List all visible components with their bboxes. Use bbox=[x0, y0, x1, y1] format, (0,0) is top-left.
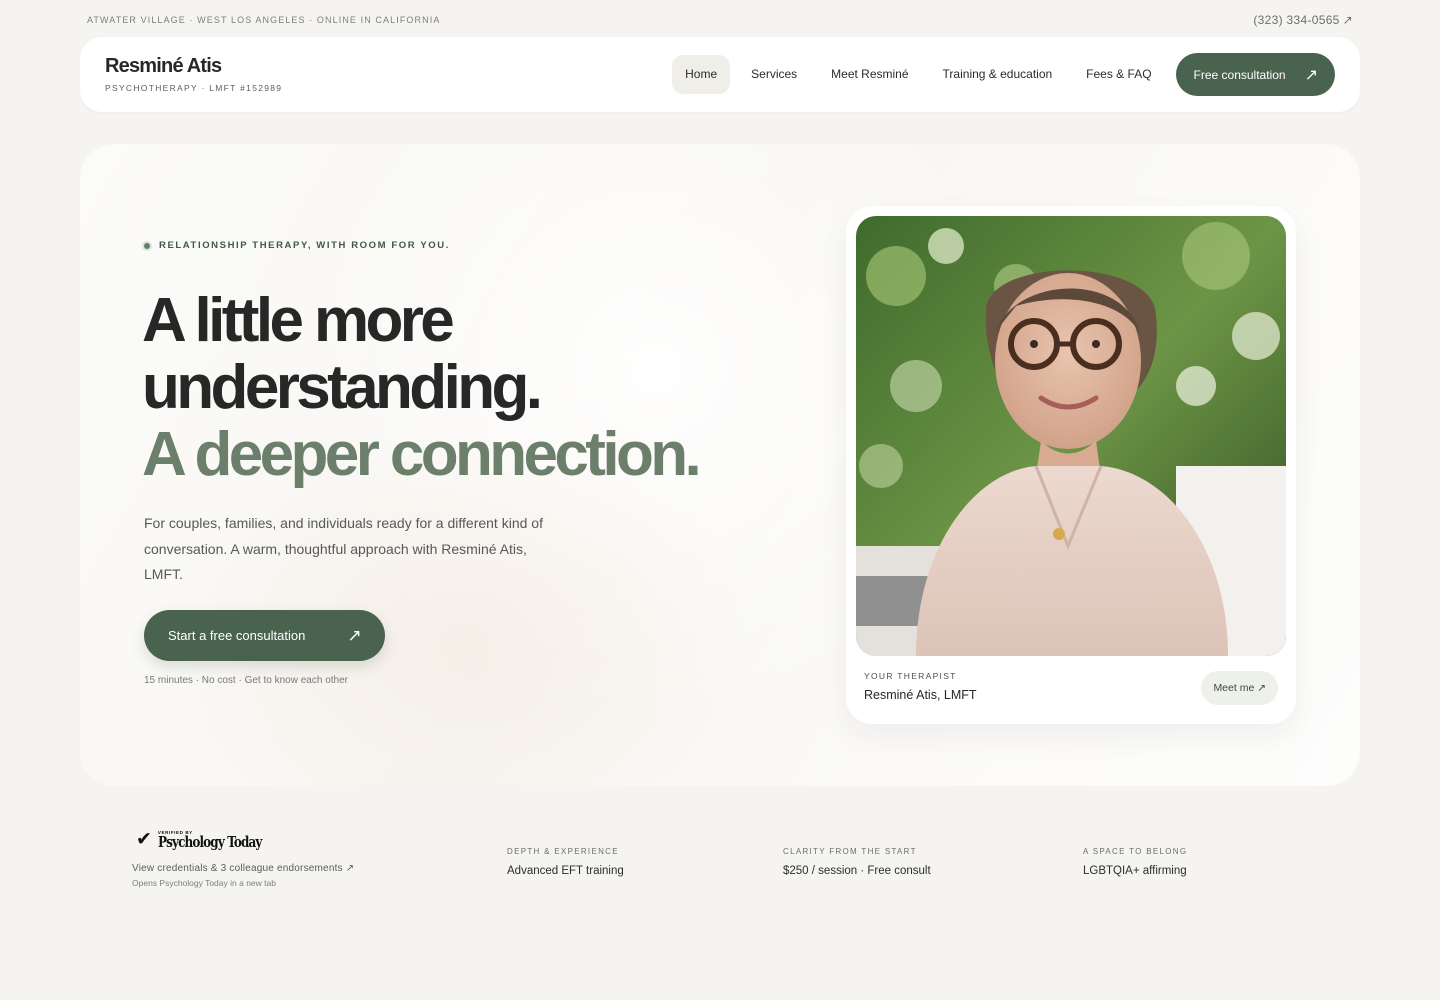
badge-label: CLARITY FROM THE START bbox=[783, 847, 917, 856]
psychology-today-wordmark: Psychology Today bbox=[157, 833, 262, 851]
check-icon: ✔ bbox=[136, 829, 152, 850]
site-header: Resminé Atis PSYCHOTHERAPY · LMFT #15298… bbox=[80, 37, 1360, 112]
phone-link[interactable]: (323) 334-0565 ↗ bbox=[1253, 13, 1353, 27]
headline-line-1: A little more bbox=[142, 286, 455, 355]
badge-label: A SPACE TO BELONG bbox=[1083, 847, 1188, 856]
hero-section: RELATIONSHIP THERAPY, WITH ROOM FOR YOU.… bbox=[80, 144, 1360, 786]
headline-line-3: A deeper connection. bbox=[142, 420, 702, 489]
top-bar: ATWATER VILLAGE · WEST LOS ANGELES · ONL… bbox=[87, 13, 1353, 27]
nav-services[interactable]: Services bbox=[738, 55, 810, 94]
main-nav: Home Services Meet Resminé Training & ed… bbox=[672, 53, 1335, 96]
status-dot-icon bbox=[144, 242, 150, 249]
hero-eyebrow: RELATIONSHIP THERAPY, WITH ROOM FOR YOU. bbox=[144, 240, 450, 251]
hero-description: For couples, families, and individuals r… bbox=[144, 515, 543, 582]
hero-headline: A little more understanding. A deeper co… bbox=[142, 286, 702, 489]
free-consultation-button[interactable]: Free consultation ↗ bbox=[1175, 53, 1335, 96]
badge-experience: DEPTH & EXPERIENCE Advanced EFT training bbox=[507, 847, 624, 877]
brand[interactable]: Resminé Atis PSYCHOTHERAPY · LMFT #15298… bbox=[105, 55, 282, 93]
nav-home[interactable]: Home bbox=[672, 55, 731, 94]
headline-line-2: understanding. bbox=[142, 353, 543, 422]
eyebrow-text: RELATIONSHIP THERAPY, WITH ROOM FOR YOU. bbox=[159, 240, 450, 251]
therapist-photo bbox=[856, 216, 1286, 656]
nav-training[interactable]: Training & education bbox=[930, 55, 1066, 94]
therapist-card: YOUR THERAPIST Resminé Atis, LMFT Meet m… bbox=[846, 206, 1296, 724]
psychology-today-badge: ✔ VERIFIED BY Psychology Today View cred… bbox=[132, 830, 354, 889]
external-link-icon: ↗ bbox=[1342, 13, 1353, 27]
location-text: ATWATER VILLAGE · WEST LOS ANGELES · ONL… bbox=[87, 15, 441, 25]
badge-pricing: CLARITY FROM THE START $250 / session · … bbox=[783, 847, 931, 877]
badge-value: Advanced EFT training bbox=[507, 865, 624, 877]
badge-value: $250 / session · Free consult bbox=[783, 865, 931, 877]
badge-label: DEPTH & EXPERIENCE bbox=[507, 847, 619, 856]
phone-number: (323) 334-0565 bbox=[1253, 13, 1340, 27]
consultation-meta: 15 minutes · No cost · Get to know each … bbox=[144, 675, 348, 686]
arrow-up-right-icon: ↗ bbox=[1304, 66, 1318, 84]
badge-value: LGBTQIA+ affirming bbox=[1083, 865, 1187, 877]
brand-name: Resminé Atis bbox=[105, 55, 222, 77]
view-credentials-link[interactable]: View credentials & 3 colleague endorseme… bbox=[132, 863, 354, 874]
new-tab-note: Opens Psychology Today in a new tab bbox=[132, 878, 276, 888]
meet-me-button[interactable]: Meet me ↗ bbox=[1201, 671, 1278, 705]
psychology-today-logo[interactable]: ✔ VERIFIED BY Psychology Today bbox=[136, 830, 354, 850]
brand-subtitle: PSYCHOTHERAPY · LMFT #152989 bbox=[105, 83, 283, 93]
arrow-up-right-icon: ↗ bbox=[347, 625, 362, 645]
badge-affirming: A SPACE TO BELONG LGBTQIA+ affirming bbox=[1083, 847, 1187, 877]
free-consultation-label: Free consultation bbox=[1193, 67, 1286, 82]
nav-fees-faq[interactable]: Fees & FAQ bbox=[1073, 55, 1164, 94]
therapist-card-footer: YOUR THERAPIST Resminé Atis, LMFT Meet m… bbox=[864, 671, 1278, 711]
start-consultation-button[interactable]: Start a free consultation ↗ bbox=[144, 610, 385, 661]
nav-meet[interactable]: Meet Resminé bbox=[818, 55, 921, 94]
start-consultation-label: Start a free consultation bbox=[168, 628, 306, 643]
